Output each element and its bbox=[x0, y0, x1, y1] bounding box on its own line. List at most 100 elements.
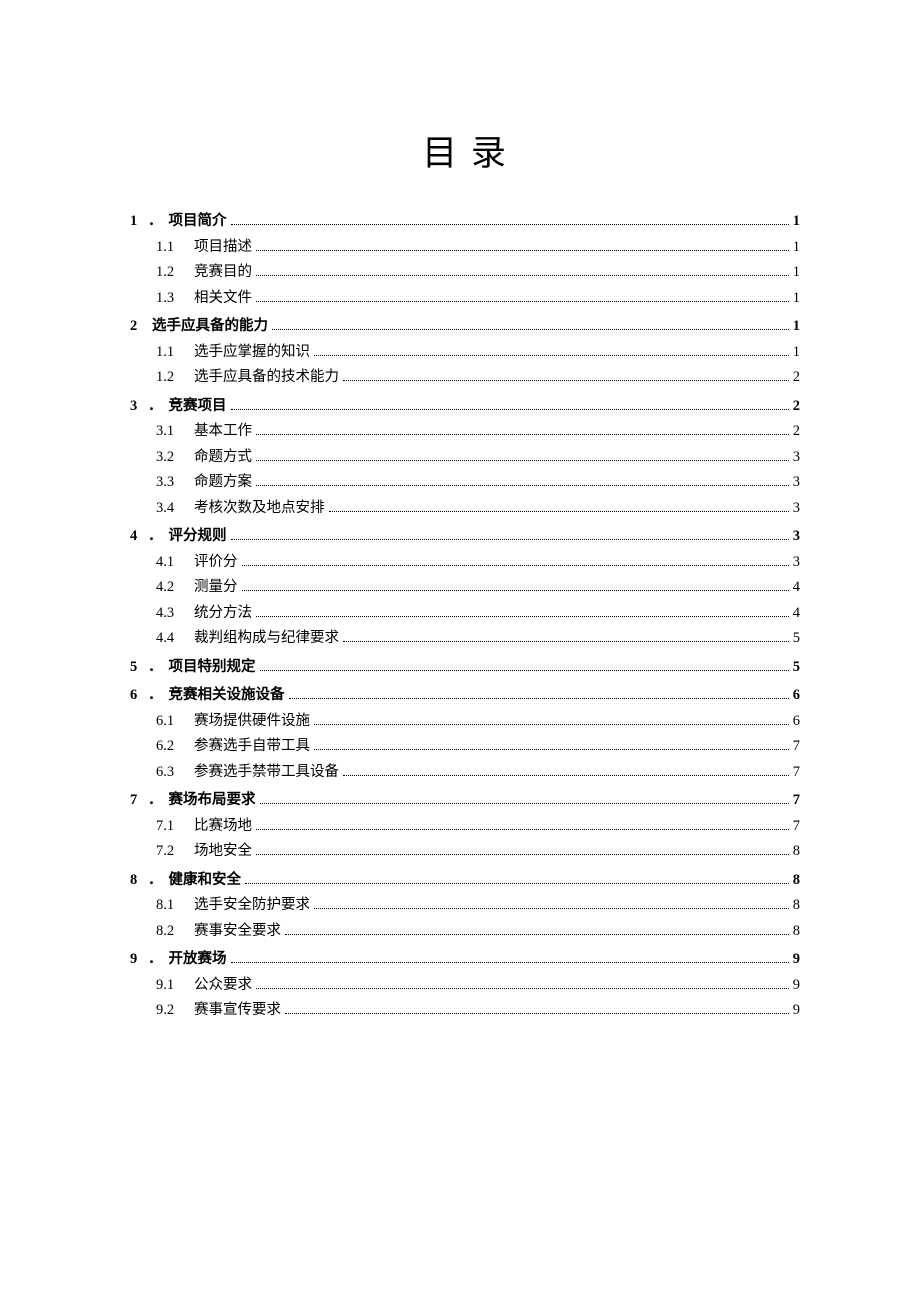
toc-page: 3 bbox=[793, 555, 800, 570]
toc-page: 2 bbox=[793, 399, 800, 414]
toc-label: 赛事宣传要求 bbox=[194, 1003, 281, 1018]
toc-number: 9.2 bbox=[156, 1003, 194, 1018]
toc-number: 1.2 bbox=[156, 370, 194, 385]
toc-label: 命题方式 bbox=[194, 450, 252, 465]
toc-label: 参赛选手禁带工具设备 bbox=[194, 765, 339, 780]
toc-page: 1 bbox=[793, 345, 800, 360]
toc-page: 3 bbox=[793, 501, 800, 516]
toc-entry: 1.1选手应掌握的知识1 bbox=[156, 345, 800, 360]
toc-number: 8.2 bbox=[156, 924, 194, 939]
toc-entry: 9.1公众要求9 bbox=[156, 978, 800, 993]
toc-number: 9.1 bbox=[156, 978, 194, 993]
toc-number: 8.1 bbox=[156, 898, 194, 913]
toc-leader bbox=[289, 698, 789, 699]
toc-number: 1.1 bbox=[156, 240, 194, 255]
toc-leader bbox=[314, 908, 789, 909]
toc-leader bbox=[256, 301, 789, 302]
toc-leader bbox=[314, 749, 789, 750]
toc-page: 1 bbox=[793, 214, 800, 229]
toc-page: 7 bbox=[793, 793, 800, 808]
toc-entry: 4．评分规则3 bbox=[130, 529, 800, 544]
toc-page: 1 bbox=[793, 291, 800, 306]
toc-number: 6.1 bbox=[156, 714, 194, 729]
toc-leader bbox=[256, 616, 789, 617]
toc-punct: ． bbox=[148, 793, 169, 808]
toc-page: 9 bbox=[793, 952, 800, 967]
toc-entry: 7.2场地安全 8 bbox=[156, 844, 800, 859]
toc-label: 考核次数及地点安排 bbox=[194, 501, 325, 516]
toc-number: 3.3 bbox=[156, 475, 194, 490]
toc-number: 7.2 bbox=[156, 844, 194, 859]
toc-label: 比赛场地 bbox=[194, 819, 252, 834]
toc-leader bbox=[231, 962, 789, 963]
toc-leader bbox=[242, 565, 789, 566]
toc-number: 6.3 bbox=[156, 765, 194, 780]
toc-number: 5 bbox=[130, 660, 148, 675]
toc-entry: 8.1选手安全防护要求 8 bbox=[156, 898, 800, 913]
toc-entry: 1．项目简介1 bbox=[130, 214, 800, 229]
toc-page: 8 bbox=[793, 844, 800, 859]
toc-leader bbox=[256, 829, 789, 830]
toc-leader bbox=[231, 224, 789, 225]
toc-page: 3 bbox=[793, 475, 800, 490]
toc-label: 测量分 bbox=[194, 580, 238, 595]
toc-number: 1.3 bbox=[156, 291, 194, 306]
toc-page: 8 bbox=[793, 898, 800, 913]
toc-leader bbox=[242, 590, 789, 591]
toc-number: 3.4 bbox=[156, 501, 194, 516]
toc-entry: 2选手应具备的能力1 bbox=[130, 319, 800, 334]
toc-page: 6 bbox=[793, 688, 800, 703]
toc-page: 3 bbox=[793, 529, 800, 544]
toc-number: 1.2 bbox=[156, 265, 194, 280]
toc-punct: ． bbox=[148, 688, 169, 703]
toc-entry: 6．竞赛相关设施设备6 bbox=[130, 688, 800, 703]
toc-leader bbox=[245, 883, 789, 884]
toc-punct: ． bbox=[148, 873, 169, 888]
toc-leader bbox=[256, 275, 789, 276]
toc-label: 健康和安全 bbox=[169, 873, 242, 888]
toc-label: 参赛选手自带工具 bbox=[194, 739, 310, 754]
toc-entry: 7.1比赛场地7 bbox=[156, 819, 800, 834]
toc-label: 选手应具备的技术能力 bbox=[194, 370, 339, 385]
toc-leader bbox=[256, 250, 789, 251]
toc-leader bbox=[256, 854, 789, 855]
toc-number: 4.1 bbox=[156, 555, 194, 570]
toc-entry: 3．竞赛项目2 bbox=[130, 399, 800, 414]
toc-number: 7.1 bbox=[156, 819, 194, 834]
toc-label: 命题方案 bbox=[194, 475, 252, 490]
toc-label: 相关文件 bbox=[194, 291, 252, 306]
toc-label: 项目特别规定 bbox=[169, 660, 256, 675]
toc-number: 6 bbox=[130, 688, 148, 703]
toc-entry: 6.2参赛选手自带工具 7 bbox=[156, 739, 800, 754]
toc-number: 6.2 bbox=[156, 739, 194, 754]
toc-leader bbox=[231, 539, 789, 540]
toc-label: 开放赛场 bbox=[169, 952, 227, 967]
toc-leader bbox=[314, 355, 789, 356]
toc-leader bbox=[329, 511, 789, 512]
toc-entry: 4.1评价分3 bbox=[156, 555, 800, 570]
table-of-contents: 1．项目简介11.1项目描述11.2竞赛目的11.3相关文件12选手应具备的能力… bbox=[130, 214, 800, 1018]
toc-leader bbox=[260, 803, 789, 804]
toc-entry: 3.4考核次数及地点安排 3 bbox=[156, 501, 800, 516]
toc-label: 赛事安全要求 bbox=[194, 924, 281, 939]
toc-leader bbox=[343, 641, 789, 642]
toc-page: 8 bbox=[793, 924, 800, 939]
toc-entry: 3.1基本工作2 bbox=[156, 424, 800, 439]
toc-number: 4.3 bbox=[156, 606, 194, 621]
toc-entry: 7．赛场布局要求7 bbox=[130, 793, 800, 808]
toc-page: 2 bbox=[793, 370, 800, 385]
toc-page: 4 bbox=[793, 606, 800, 621]
toc-page: 7 bbox=[793, 765, 800, 780]
toc-label: 统分方法 bbox=[194, 606, 252, 621]
toc-label: 评分规则 bbox=[169, 529, 227, 544]
toc-label: 场地安全 bbox=[194, 844, 252, 859]
toc-number: 3.2 bbox=[156, 450, 194, 465]
toc-number: 1 bbox=[130, 214, 148, 229]
toc-number: 3 bbox=[130, 399, 148, 414]
toc-label: 公众要求 bbox=[194, 978, 252, 993]
toc-label: 裁判组构成与纪律要求 bbox=[194, 631, 339, 646]
toc-entry: 9．开放赛场9 bbox=[130, 952, 800, 967]
toc-label: 项目简介 bbox=[169, 214, 227, 229]
toc-page: 7 bbox=[793, 739, 800, 754]
toc-label: 选手安全防护要求 bbox=[194, 898, 310, 913]
